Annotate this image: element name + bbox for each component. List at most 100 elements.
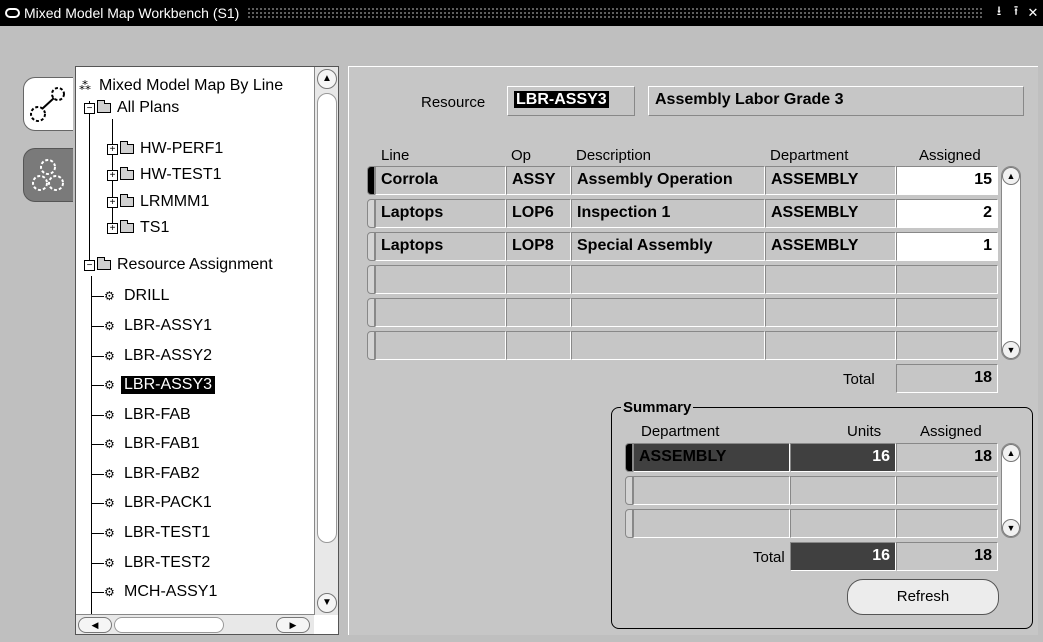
- tree-horizontal-scrollbar[interactable]: ◀ ▶: [76, 614, 314, 634]
- summary-total-label: Total: [753, 549, 785, 566]
- cell-department[interactable]: ASSEMBLY: [765, 232, 896, 261]
- maximize-icon[interactable]: ⭱: [1009, 3, 1023, 21]
- expand-icon[interactable]: +: [107, 222, 118, 234]
- navigator-tree[interactable]: ⁂ Mixed Model Map By Line − All Plans + …: [75, 66, 339, 635]
- cell-op[interactable]: ASSY: [506, 166, 571, 195]
- cell-empty[interactable]: [506, 265, 571, 294]
- tab-navigator[interactable]: [23, 77, 73, 131]
- refresh-button[interactable]: Refresh: [847, 579, 999, 615]
- cell-empty[interactable]: [765, 331, 896, 360]
- row-indicator[interactable]: [625, 509, 633, 538]
- cell-empty[interactable]: [633, 509, 790, 538]
- cell-empty[interactable]: [506, 298, 571, 327]
- tree-node-plan[interactable]: + TS1: [107, 217, 172, 239]
- resource-code-field[interactable]: LBR-ASSY3: [507, 86, 635, 116]
- cell-line[interactable]: Laptops: [375, 232, 506, 261]
- scroll-down-icon[interactable]: ▼: [317, 593, 337, 613]
- tree-node-resource[interactable]: ⚙ LBR-PACK1: [92, 492, 215, 514]
- close-icon[interactable]: ✕: [1026, 5, 1040, 21]
- summary-cell-assigned[interactable]: 18: [896, 443, 998, 472]
- summary-cell-units[interactable]: 16: [790, 443, 896, 472]
- scroll-up-icon[interactable]: ▲: [317, 69, 337, 89]
- row-indicator[interactable]: [367, 331, 375, 360]
- expand-icon[interactable]: +: [107, 143, 118, 155]
- cell-empty[interactable]: [790, 476, 896, 505]
- tree-root[interactable]: ⁂ Mixed Model Map By Line: [79, 75, 286, 97]
- cell-empty[interactable]: [896, 265, 998, 294]
- tree-node-resource[interactable]: ⚙ LBR-TEST2: [92, 552, 213, 574]
- tree-node-resource[interactable]: ⚙ LBR-TEST1: [92, 522, 213, 544]
- cell-description[interactable]: Inspection 1: [571, 199, 765, 228]
- tree-node-resource[interactable]: ⚙ LBR-FAB2: [92, 463, 203, 485]
- cell-empty[interactable]: [375, 298, 506, 327]
- expand-icon[interactable]: +: [107, 196, 118, 208]
- cell-empty[interactable]: [790, 509, 896, 538]
- cell-op[interactable]: LOP8: [506, 232, 571, 261]
- summary-cell-department[interactable]: ASSEMBLY: [633, 443, 790, 472]
- scroll-left-icon[interactable]: ◀: [78, 617, 112, 633]
- minimize-icon[interactable]: ⭳: [992, 3, 1006, 21]
- tree-node-resource[interactable]: ⚙ LBR-ASSY2: [92, 345, 215, 367]
- row-indicator[interactable]: [625, 476, 633, 505]
- row-indicator[interactable]: [367, 232, 375, 261]
- cell-op[interactable]: LOP6: [506, 199, 571, 228]
- cell-empty[interactable]: [375, 331, 506, 360]
- tree-node-resource[interactable]: ⚙ MCH-ASSY1: [92, 581, 220, 603]
- cell-empty[interactable]: [375, 265, 506, 294]
- cell-empty[interactable]: [896, 298, 998, 327]
- cell-empty[interactable]: [571, 331, 765, 360]
- cell-department[interactable]: ASSEMBLY: [765, 199, 896, 228]
- scroll-down-icon[interactable]: ▼: [1002, 519, 1020, 537]
- cell-empty[interactable]: [506, 331, 571, 360]
- scroll-up-icon[interactable]: ▲: [1002, 167, 1020, 185]
- tree-node-resource[interactable]: ⚙ LBR-FAB: [92, 404, 194, 426]
- tree-node-plan[interactable]: + HW-PERF1: [107, 138, 226, 160]
- cell-description[interactable]: Assembly Operation: [571, 166, 765, 195]
- tree-node-plan[interactable]: + HW-TEST1: [107, 164, 224, 186]
- tab-resources[interactable]: [23, 148, 73, 202]
- cell-assigned[interactable]: 1: [896, 232, 998, 261]
- scroll-up-icon[interactable]: ▲: [1002, 444, 1020, 462]
- cell-empty[interactable]: [633, 476, 790, 505]
- lines-vertical-scrollbar[interactable]: ▲ ▼: [1001, 166, 1021, 360]
- main-panel: Resource LBR-ASSY3 Assembly Labor Grade …: [348, 66, 1038, 635]
- row-indicator[interactable]: [367, 265, 375, 294]
- row-indicator[interactable]: [367, 298, 375, 327]
- cell-empty[interactable]: [896, 331, 998, 360]
- tree-node-resource-selected[interactable]: ⚙ LBR-ASSY3: [92, 374, 216, 396]
- cell-empty[interactable]: [765, 298, 896, 327]
- collapse-icon[interactable]: −: [84, 259, 95, 271]
- cell-empty[interactable]: [571, 298, 765, 327]
- row-indicator[interactable]: [367, 199, 375, 228]
- tree-node-plan[interactable]: + LRMMM1: [107, 191, 212, 213]
- scroll-thumb[interactable]: [114, 617, 224, 633]
- tree-node-resource[interactable]: ⚙ DRILL: [92, 285, 172, 307]
- cell-empty[interactable]: [571, 265, 765, 294]
- folder-icon: [120, 194, 134, 207]
- collapse-icon[interactable]: −: [84, 102, 95, 114]
- cell-line[interactable]: Corrola: [375, 166, 506, 195]
- scroll-thumb[interactable]: [317, 93, 337, 543]
- tree-connector: [89, 101, 90, 261]
- scroll-down-icon[interactable]: ▼: [1002, 341, 1020, 359]
- expand-icon[interactable]: +: [107, 169, 118, 181]
- cell-empty[interactable]: [765, 265, 896, 294]
- title-bar-grip[interactable]: [247, 7, 984, 19]
- summary-vertical-scrollbar[interactable]: ▲ ▼: [1001, 443, 1021, 538]
- cell-department[interactable]: ASSEMBLY: [765, 166, 896, 195]
- tree-node-all-plans[interactable]: − All Plans: [84, 97, 182, 119]
- cell-empty[interactable]: [896, 476, 998, 505]
- cell-assigned[interactable]: 2: [896, 199, 998, 228]
- tree-node-resource-assignment[interactable]: − Resource Assignment: [84, 254, 276, 276]
- row-indicator[interactable]: [367, 166, 375, 195]
- row-indicator[interactable]: [625, 443, 633, 472]
- tree-node-resource[interactable]: ⚙ LBR-FAB1: [92, 433, 203, 455]
- tree-node-resource[interactable]: ⚙ LBR-ASSY1: [92, 315, 215, 337]
- cell-description[interactable]: Special Assembly: [571, 232, 765, 261]
- cell-assigned[interactable]: 15: [896, 166, 998, 195]
- cell-empty[interactable]: [896, 509, 998, 538]
- scroll-right-icon[interactable]: ▶: [276, 617, 310, 633]
- cell-line[interactable]: Laptops: [375, 199, 506, 228]
- folder-icon: [120, 141, 134, 154]
- tree-vertical-scrollbar[interactable]: ▲ ▼: [314, 67, 338, 615]
